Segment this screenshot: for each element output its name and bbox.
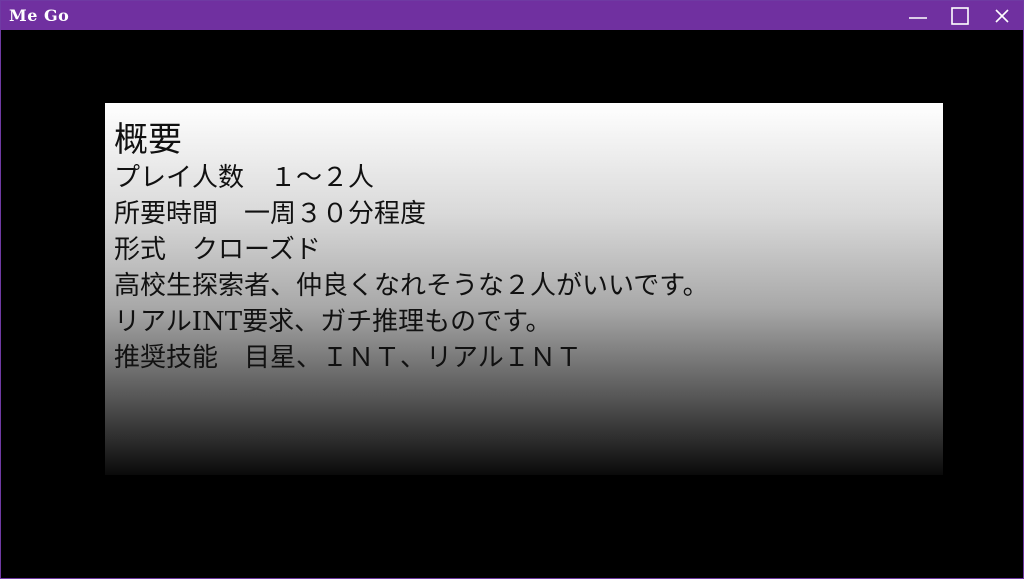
overview-line-players: プレイ人数 １～２人: [114, 163, 375, 193]
overview-heading: 概要: [114, 120, 182, 160]
overview-line-investigators: 高校生探索者、仲良くなれそうな２人がいいです。: [114, 271, 709, 301]
game-screen[interactable]: 概要 プレイ人数 １～２人 所要時間 一周３０分程度 形式 クローズド 高校生探…: [1, 30, 1023, 578]
minimize-icon: [909, 16, 927, 19]
overview-line-format: 形式 クローズド: [114, 235, 321, 265]
close-icon: [995, 8, 1009, 23]
overview-line-time: 所要時間 一周３０分程度: [114, 199, 427, 229]
window-controls: [897, 1, 1023, 30]
overview-line-skills: 推奨技能 目星、ＩＮＴ、リアルＩＮＴ: [114, 343, 582, 373]
maximize-button[interactable]: [939, 1, 981, 30]
overview-text: 概要 プレイ人数 １～２人 所要時間 一周３０分程度 形式 クローズド 高校生探…: [114, 120, 709, 376]
app-title: Me Go: [9, 6, 70, 25]
title-bar[interactable]: Me Go: [1, 1, 1023, 30]
close-button[interactable]: [981, 1, 1023, 30]
app-window: Me Go 概要 プレイ人数 １～２人 所要時間 一周３０分程度 形式 クローズ…: [0, 0, 1024, 579]
maximize-icon: [951, 6, 969, 25]
overview-panel: 概要 プレイ人数 １～２人 所要時間 一周３０分程度 形式 クローズド 高校生探…: [105, 103, 943, 475]
overview-line-int: リアルINT要求、ガチ推理ものです。: [114, 307, 552, 337]
minimize-button[interactable]: [897, 1, 939, 30]
